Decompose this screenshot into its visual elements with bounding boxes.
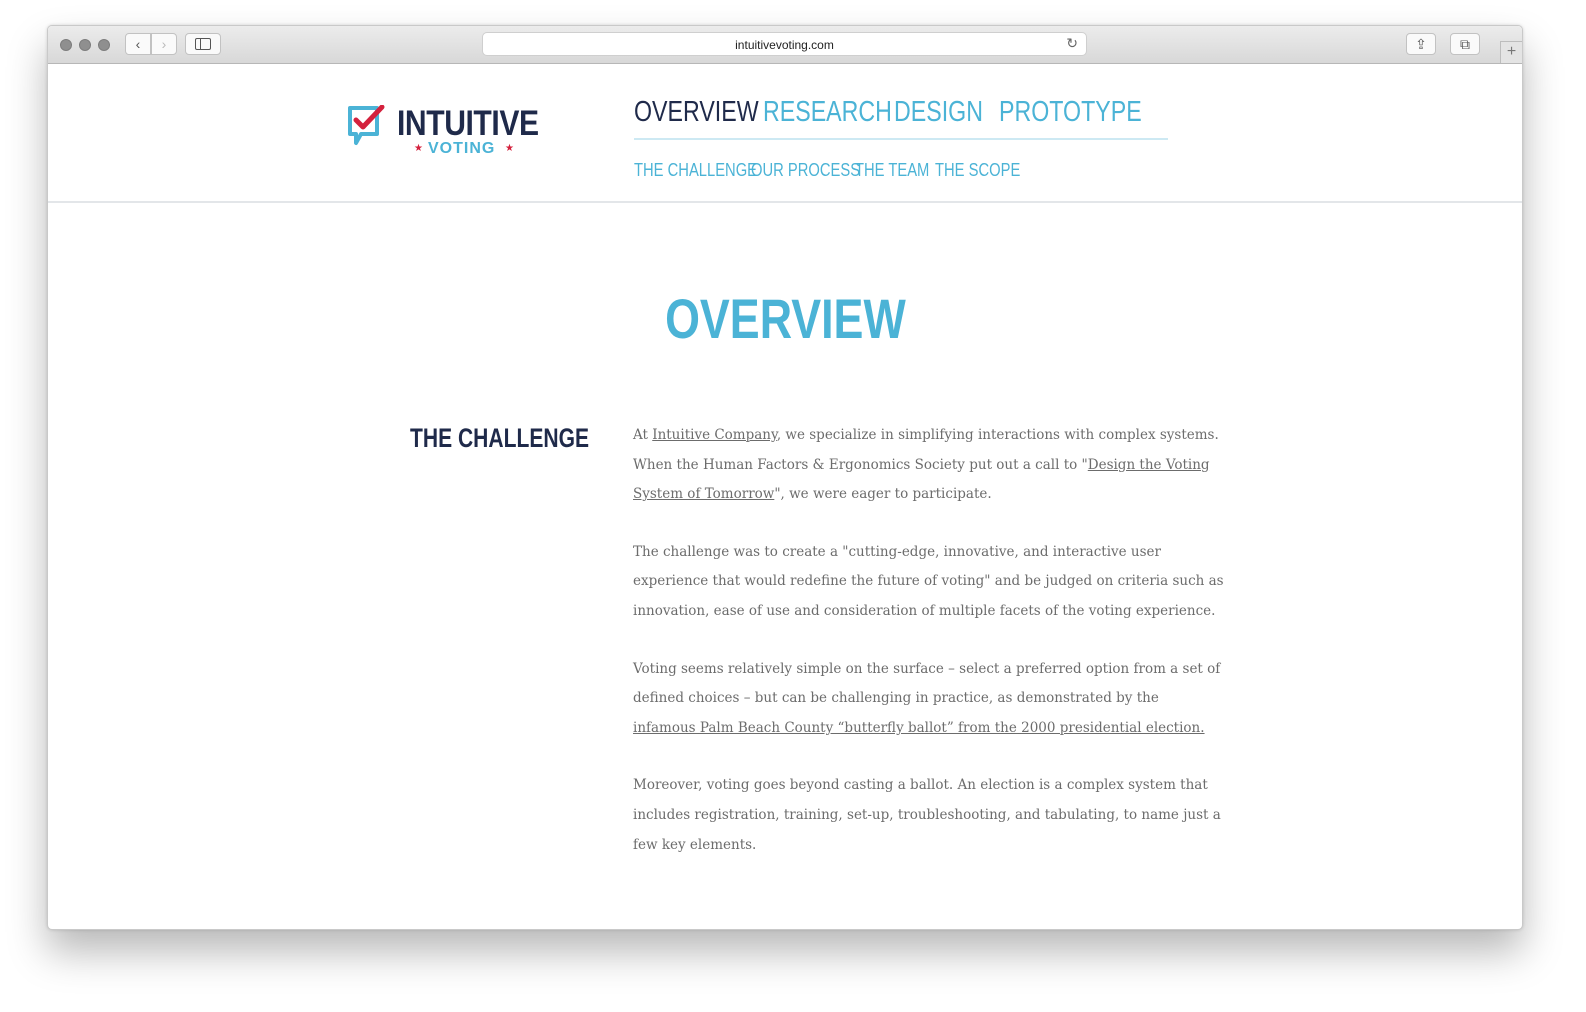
butterfly-ballot-link[interactable]: infamous Palm Beach County “butterfly ba… [633,720,1205,736]
logo-wordmark-bottom: VOTING [428,140,496,157]
sidebar-icon [195,38,211,50]
star-icon: ★ [414,143,423,154]
minimize-window-button[interactable] [79,39,91,51]
paragraph-1: At Intuitive Company, we specialize in s… [633,421,1225,510]
paragraph-4: Moreover, voting goes beyond casting a b… [633,777,1221,853]
nav-overview[interactable]: OVERVIEW [634,96,759,129]
paragraph-text: ", we were eager to participate. [774,486,992,503]
nav-prototype[interactable]: PROTOTYPE [999,96,1142,129]
share-icon: ⇪ [1415,36,1427,52]
reload-icon[interactable]: ↻ [1066,35,1078,52]
page-title: OVERVIEW [48,286,1522,351]
address-bar[interactable]: intuitivevoting.com ↻ [482,32,1087,56]
chevron-left-icon: ‹ [135,36,141,52]
nav-divider [634,138,1168,140]
subnav-our-process[interactable]: OUR PROCESS [751,160,860,181]
subnav-the-challenge[interactable]: THE CHALLENGE [634,160,757,181]
nav-design[interactable]: DESIGN [894,96,983,129]
zoom-window-button[interactable] [98,39,110,51]
plus-icon: + [1506,43,1517,60]
back-button[interactable]: ‹ [125,33,151,55]
subnav-the-scope[interactable]: THE SCOPE [935,160,1020,181]
paragraph-3: Voting seems relatively simple on the su… [633,655,1225,744]
section-title: THE CHALLENGE [410,423,590,453]
new-tab-button[interactable]: + [1500,41,1522,63]
challenge-body: At Intuitive Company, we specialize in s… [633,421,1225,888]
paragraph-text: At [633,427,653,443]
forward-button[interactable]: › [151,33,177,55]
subnav-the-team[interactable]: THE TEAM [855,160,929,181]
nav-research[interactable]: RESEARCH [763,96,892,129]
chevron-right-icon: › [161,36,167,52]
browser-window: ‹ › intuitivevoting.com ↻ ⇪ ⧉ + INTUITIV… [47,25,1523,930]
paragraph-2: The challenge was to create a "cutting-e… [633,543,1224,619]
star-icon: ★ [505,143,514,154]
tabs-icon: ⧉ [1460,36,1470,52]
close-window-button[interactable] [60,39,72,51]
paragraph-text: Voting seems relatively simple on the su… [633,660,1221,707]
sidebar-toggle-button[interactable] [185,33,221,55]
share-button[interactable]: ⇪ [1406,33,1436,55]
show-tabs-button[interactable]: ⧉ [1450,33,1480,55]
url-text: intuitivevoting.com [735,38,834,52]
browser-toolbar: ‹ › intuitivevoting.com ↻ ⇪ ⧉ + [48,26,1522,64]
site-header: INTUITIVE ★ VOTING ★ OVERVIEW RESEARCH D… [48,64,1522,203]
intuitive-company-link[interactable]: Intuitive Company [652,427,777,443]
logo-wordmark-top: INTUITIVE [397,104,539,143]
ballot-check-icon [348,105,385,145]
page-title-text: OVERVIEW [664,287,906,350]
